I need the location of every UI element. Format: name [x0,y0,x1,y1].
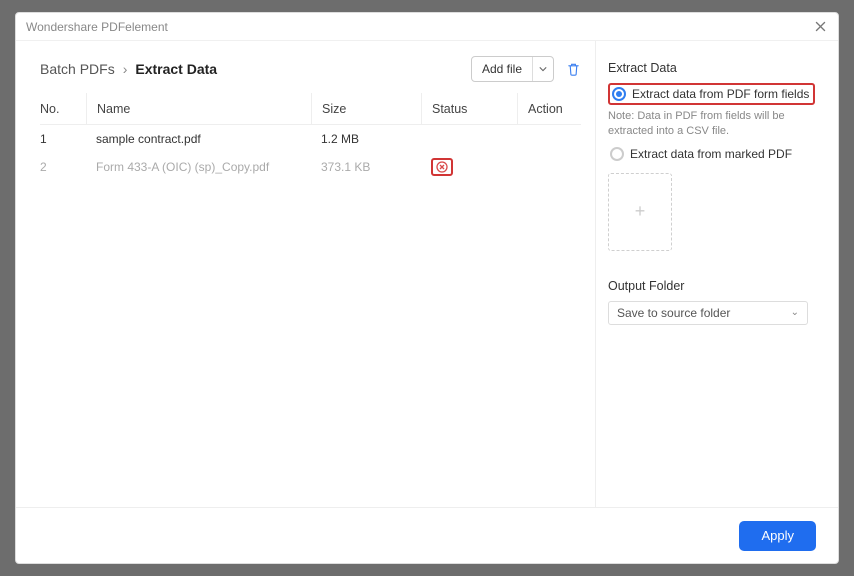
add-file-dropdown[interactable] [533,57,553,81]
options-pane: Extract Data Extract data from PDF form … [596,41,838,507]
clear-list-button[interactable] [566,62,581,77]
option-marked-label: Extract data from marked PDF [630,147,792,161]
table-row[interactable]: 2Form 433-A (OIC) (sp)_Copy.pdf373.1 KB [40,153,581,181]
col-action: Action [517,93,581,124]
toolbar-actions: Add file [471,56,581,82]
add-file-label: Add file [472,57,533,81]
breadcrumb-row: Batch PDFs › Extract Data Add file [40,51,581,87]
highlight-box: Extract data from PDF form fields [608,83,815,105]
col-size: Size [311,93,421,124]
table-body: 1sample contract.pdf1.2 MB2Form 433-A (O… [40,125,581,181]
option-note: Note: Data in PDF from fields will be ex… [608,109,820,139]
breadcrumb-separator-icon: › [115,61,136,77]
add-file-button[interactable]: Add file [471,56,554,82]
template-dropzone[interactable]: + [608,173,672,251]
trash-icon [566,62,581,77]
apply-button[interactable]: Apply [739,521,816,551]
cell-status [421,153,517,181]
cell-status [421,125,517,153]
close-button[interactable] [812,19,828,35]
col-status: Status [421,93,517,124]
option-form-fields-label: Extract data from PDF form fields [632,87,809,101]
plus-icon: + [635,201,646,222]
close-icon [815,21,826,32]
remove-icon [436,161,448,173]
app-title: Wondershare PDFelement [26,20,168,34]
panel-title: Extract Data [608,61,820,75]
output-folder-value: Save to source folder [617,306,730,320]
content-area: Batch PDFs › Extract Data Add file [16,41,838,507]
option-form-fields[interactable]: Extract data from PDF form fields [610,85,813,103]
file-list-pane: Batch PDFs › Extract Data Add file [16,41,596,507]
breadcrumb-parent[interactable]: Batch PDFs [40,61,115,77]
output-folder-label: Output Folder [608,279,820,293]
cell-size: 373.1 KB [311,153,421,181]
app-window: Wondershare PDFelement Batch PDFs › Extr… [15,12,839,564]
remove-row-button[interactable] [431,158,453,176]
table-header: No. Name Size Status Action [40,93,581,125]
footer: Apply [16,507,838,563]
chevron-down-icon [539,66,547,72]
cell-no: 2 [40,160,86,174]
titlebar: Wondershare PDFelement [16,13,838,41]
cell-action [517,153,581,181]
cell-action [517,125,581,153]
cell-size: 1.2 MB [311,125,421,153]
cell-name: Form 433-A (OIC) (sp)_Copy.pdf [86,153,311,181]
radio-icon [610,147,624,161]
col-name: Name [86,93,311,124]
cell-name: sample contract.pdf [86,125,311,153]
cell-no: 1 [40,132,86,146]
col-no: No. [40,102,86,116]
option-marked-pdf[interactable]: Extract data from marked PDF [608,145,820,163]
output-folder-select[interactable]: Save to source folder ⌄ [608,301,808,325]
table-row[interactable]: 1sample contract.pdf1.2 MB [40,125,581,153]
radio-icon [612,87,626,101]
breadcrumb-current: Extract Data [135,61,217,77]
chevron-down-icon: ⌄ [791,307,799,318]
